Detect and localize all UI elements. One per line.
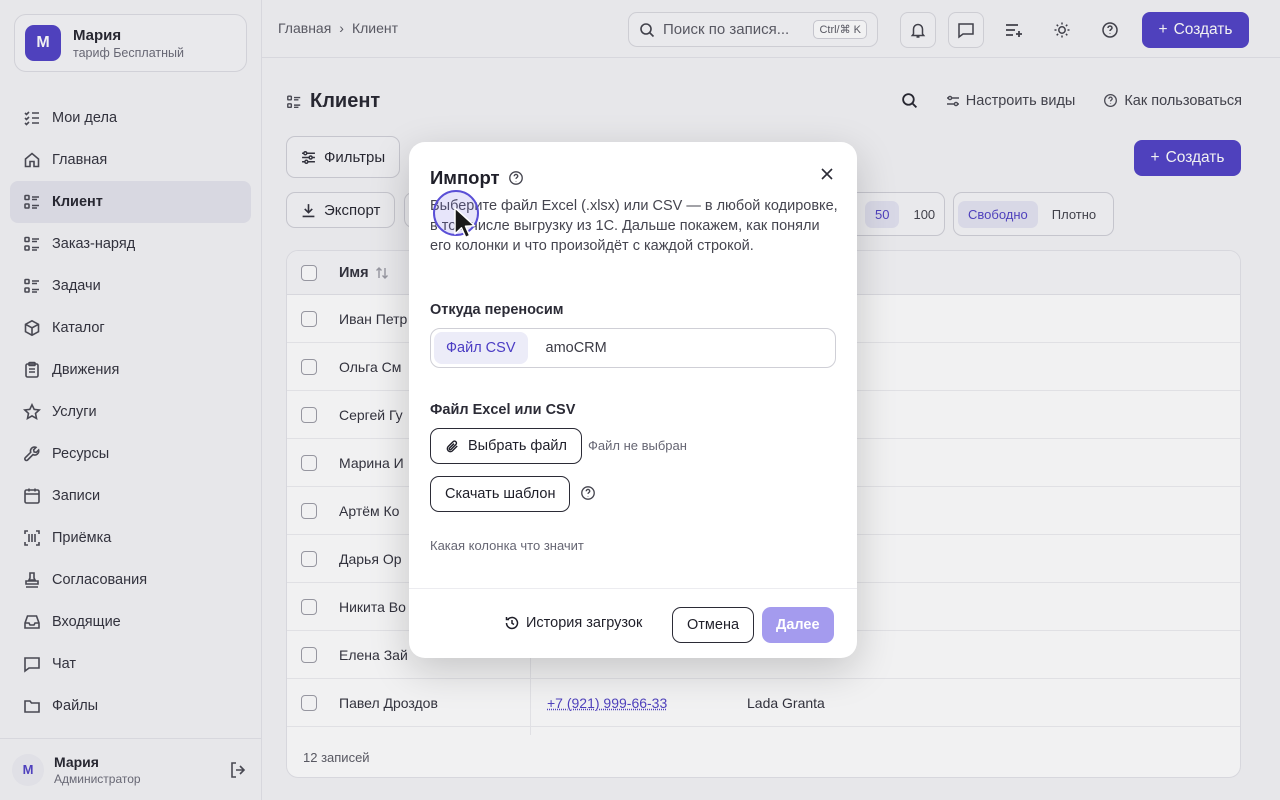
history-icon	[504, 615, 520, 631]
dialog-title-text: Импорт	[430, 167, 500, 188]
source-option-amocrm[interactable]: amoCRM	[534, 332, 619, 364]
help-icon[interactable]	[580, 485, 596, 501]
upload-history-button[interactable]: История загрузок	[504, 615, 642, 631]
source-selector: Файл CSV amoCRM	[430, 328, 836, 368]
choose-file-button[interactable]: Выбрать файл	[430, 428, 582, 464]
file-label: Файл Excel или CSV	[430, 402, 576, 418]
no-file-status: Файл не выбран	[588, 438, 687, 453]
dialog-title: Импорт	[430, 167, 524, 189]
choose-file-label: Выбрать файл	[468, 438, 567, 454]
download-template-label: Скачать шаблон	[445, 486, 556, 502]
download-template-button[interactable]: Скачать шаблон	[430, 476, 571, 512]
upload-history-label: История загрузок	[526, 615, 643, 631]
paperclip-icon	[445, 439, 460, 454]
next-button[interactable]: Далее	[762, 607, 834, 643]
dialog-footer: История загрузок Отмена Далее	[409, 588, 857, 658]
mouse-cursor-icon	[454, 207, 476, 239]
close-icon[interactable]	[815, 162, 839, 186]
help-icon[interactable]	[508, 170, 524, 186]
column-help-link[interactable]: Какая колонка что значит	[430, 538, 584, 553]
dialog-description: Выберите файл Excel (.xlsx) или CSV — в …	[430, 198, 838, 254]
cancel-button[interactable]: Отмена	[672, 607, 755, 643]
source-label: Откуда переносим	[430, 302, 564, 318]
source-option-csv[interactable]: Файл CSV	[434, 332, 528, 364]
